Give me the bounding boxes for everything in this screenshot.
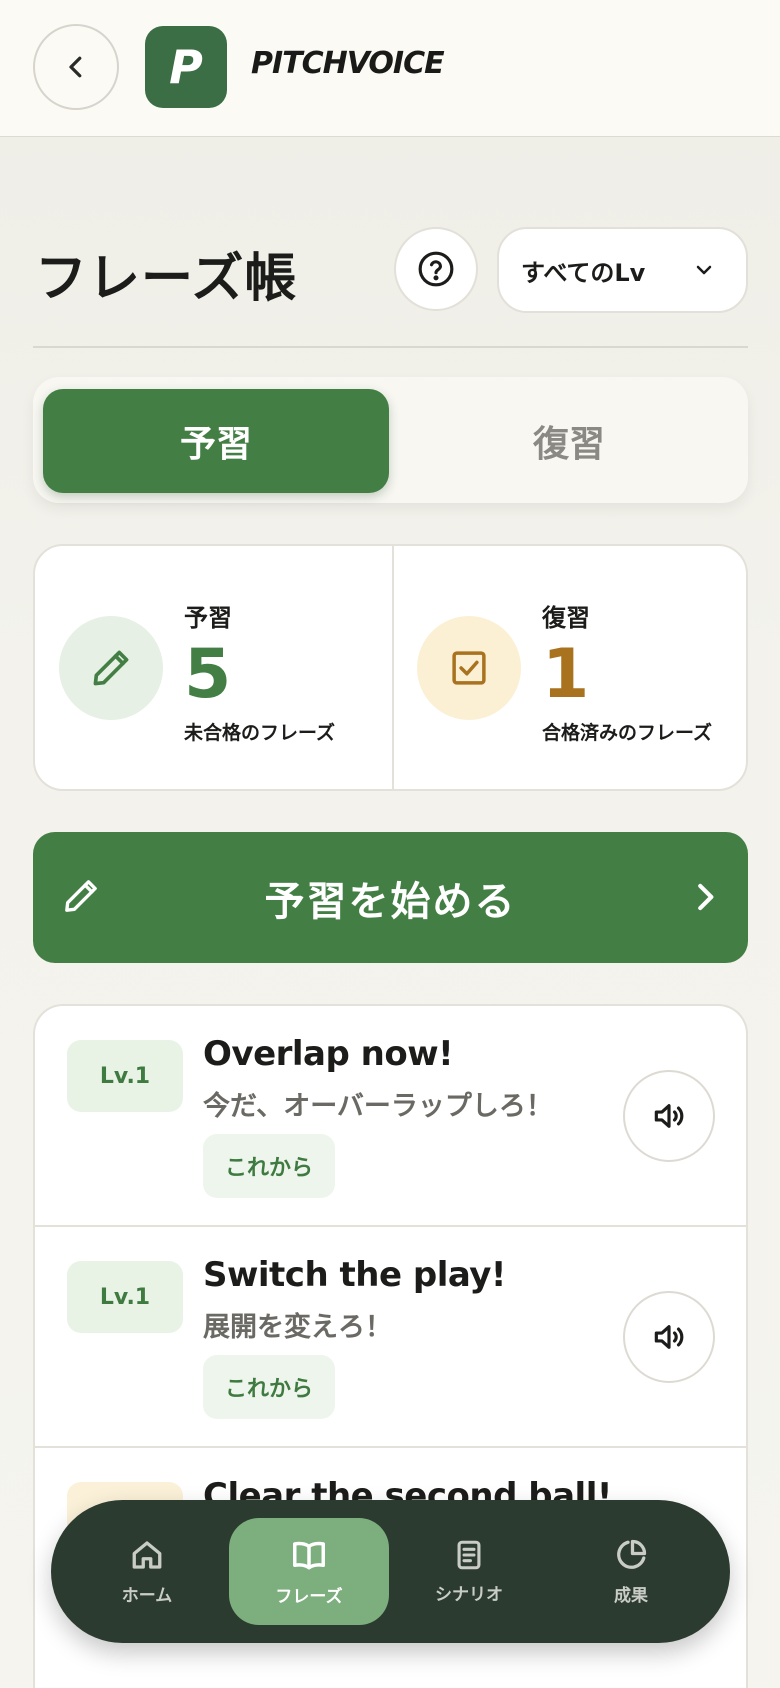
app-header: P PITCHVOICE (0, 0, 780, 137)
mode-segmented-control: 予習 復習 (33, 377, 748, 503)
start-preview-label: 予習を始める (264, 878, 517, 925)
phrase-english: Overlap now! (203, 1034, 454, 1074)
nav-item-scenario[interactable]: シナリオ (389, 1518, 549, 1625)
preview-stat-subtitle: 未合格のフレーズ (184, 722, 336, 744)
speaker-icon (654, 1325, 684, 1349)
pencil-icon (65, 880, 97, 912)
back-button[interactable] (33, 24, 119, 110)
bottom-nav: ホーム フレーズ シナリオ 成果 (51, 1500, 730, 1643)
phrase-japanese: 今だ、オーバーラップしろ！ (203, 1091, 553, 1122)
tab-preview[interactable]: 予習 (43, 389, 389, 493)
checkbox-icon (452, 651, 486, 685)
chevron-right-icon (698, 883, 714, 911)
list-item[interactable]: Lv.1 Switch the play! 展開を変えろ！ これから (35, 1227, 746, 1448)
nav-item-label: シナリオ (435, 1585, 503, 1605)
status-badge: これから (203, 1355, 335, 1419)
brand-name: PITCHVOICE (251, 46, 445, 81)
home-icon (132, 1541, 162, 1569)
nav-item-phrases[interactable]: フレーズ (229, 1518, 389, 1625)
tab-review[interactable]: 復習 (399, 389, 739, 493)
help-button[interactable] (394, 227, 478, 311)
speaker-icon (654, 1104, 684, 1128)
list-item[interactable]: Lv.1 Overlap now! 今だ、オーバーラップしろ！ これから (35, 1006, 746, 1227)
nav-item-label: ホーム (121, 1586, 173, 1606)
divider (33, 346, 748, 348)
review-stat-subtitle: 合格済みのフレーズ (542, 722, 713, 744)
book-icon (293, 1541, 325, 1570)
start-preview-button[interactable]: 予習を始める (33, 832, 748, 963)
review-stat-title: 復習 (542, 604, 590, 632)
level-badge: Lv.1 (67, 1040, 183, 1112)
preview-stat-count: 5 (184, 635, 232, 714)
phrase-english: Switch the play! (203, 1255, 506, 1295)
stats-card: 予習 5 未合格のフレーズ 復習 1 合格済みのフレーズ (33, 544, 748, 791)
nav-item-home[interactable]: ホーム (67, 1518, 227, 1625)
pie-chart-icon (617, 1539, 647, 1569)
play-audio-button[interactable] (623, 1291, 715, 1383)
status-badge: これから (203, 1134, 335, 1198)
level-filter-label: すべてのLv (521, 258, 646, 287)
logo-letter: P (169, 40, 203, 94)
review-stat-count: 1 (542, 635, 590, 714)
nav-item-label: フレーズ (275, 1587, 343, 1607)
level-filter-select[interactable]: すべてのLv (497, 227, 748, 313)
chevron-left-icon (69, 56, 82, 78)
document-icon (457, 1540, 481, 1570)
question-circle-icon (418, 251, 454, 287)
page-title: フレーズ帳 (35, 249, 298, 309)
stats-separator (392, 546, 394, 789)
pencil-icon (93, 650, 129, 686)
phrase-japanese: 展開を変えろ！ (203, 1312, 392, 1343)
chevron-down-icon (696, 265, 712, 275)
level-badge: Lv.1 (67, 1261, 183, 1333)
preview-stat-title: 予習 (184, 604, 232, 632)
nav-item-results[interactable]: 成果 (551, 1518, 711, 1625)
app-logo: P (145, 26, 227, 108)
play-audio-button[interactable] (623, 1070, 715, 1162)
preview-stat-badge (59, 616, 163, 720)
nav-item-label: 成果 (614, 1586, 648, 1606)
review-stat-badge (417, 616, 521, 720)
